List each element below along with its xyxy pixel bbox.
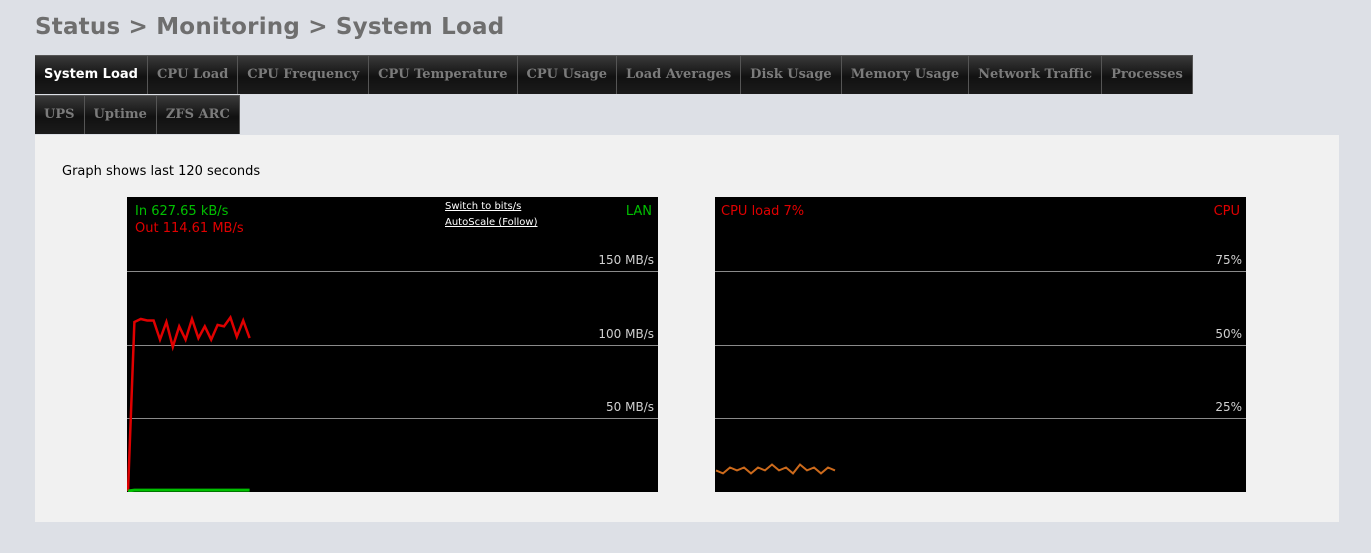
- network-plot: [127, 314, 251, 492]
- tab-system-load[interactable]: System Load: [35, 55, 148, 94]
- tab-network-traffic[interactable]: Network Traffic: [969, 55, 1103, 94]
- tab-processes[interactable]: Processes: [1102, 55, 1193, 94]
- tab-bar: System Load CPU Load CPU Frequency CPU Temp…: [35, 55, 1293, 135]
- out-rate-label: Out 114.61 MB/s: [135, 221, 244, 236]
- y-tick-label: 150 MB/s: [598, 253, 654, 267]
- interface-name: LAN: [625, 204, 652, 219]
- network-traffic-graph: In 627.65 kB/s Out 114.61 MB/s LAN Switc…: [127, 197, 658, 492]
- y-tick-label: 75%: [1215, 253, 1242, 267]
- tab-uptime[interactable]: Uptime: [84, 95, 157, 134]
- series-cpu-line: [715, 463, 836, 475]
- tab-cpu-frequency[interactable]: CPU Frequency: [238, 55, 370, 94]
- tab-disk-usage[interactable]: Disk Usage: [741, 55, 842, 94]
- content-panel: Graph shows last 120 seconds In 627.65 k…: [35, 135, 1339, 522]
- page-title: Status > Monitoring > System Load: [35, 14, 505, 40]
- cpu-name-label: CPU: [1213, 204, 1240, 219]
- tab-ups[interactable]: UPS: [35, 95, 85, 134]
- tab-cpu-load[interactable]: CPU Load: [147, 55, 239, 94]
- tab-load-averages[interactable]: Load Averages: [616, 55, 742, 94]
- y-tick-label: 50 MB/s: [606, 400, 654, 414]
- y-tick-label: 50%: [1215, 327, 1242, 341]
- in-rate-label: In 627.65 kB/s: [135, 204, 229, 219]
- tab-memory-usage[interactable]: Memory Usage: [841, 55, 970, 94]
- y-tick-label: 25%: [1215, 400, 1242, 414]
- cpu-load-label: CPU load 7%: [721, 204, 805, 219]
- y-tick-label: 100 MB/s: [598, 327, 654, 341]
- tab-row-1: System Load CPU Load CPU Frequency CPU Temp…: [35, 55, 1293, 95]
- series-out-line: [127, 314, 251, 492]
- tab-cpu-usage[interactable]: CPU Usage: [517, 55, 617, 94]
- tab-cpu-temperature[interactable]: CPU Temperature: [369, 55, 518, 94]
- autoscale-link[interactable]: AutoScale (Follow): [445, 217, 537, 228]
- cpu-plot: [715, 463, 836, 475]
- cpu-load-graph: CPU load 7% CPU 75% 50% 25%: [715, 197, 1246, 492]
- switch-bits-link[interactable]: Switch to bits/s: [445, 201, 521, 212]
- tab-zfs-arc[interactable]: ZFS ARC: [156, 95, 240, 134]
- graph-caption: Graph shows last 120 seconds: [62, 164, 261, 179]
- series-in-line: [127, 488, 250, 492]
- tab-row-2: UPS Uptime ZFS ARC: [35, 95, 1293, 135]
